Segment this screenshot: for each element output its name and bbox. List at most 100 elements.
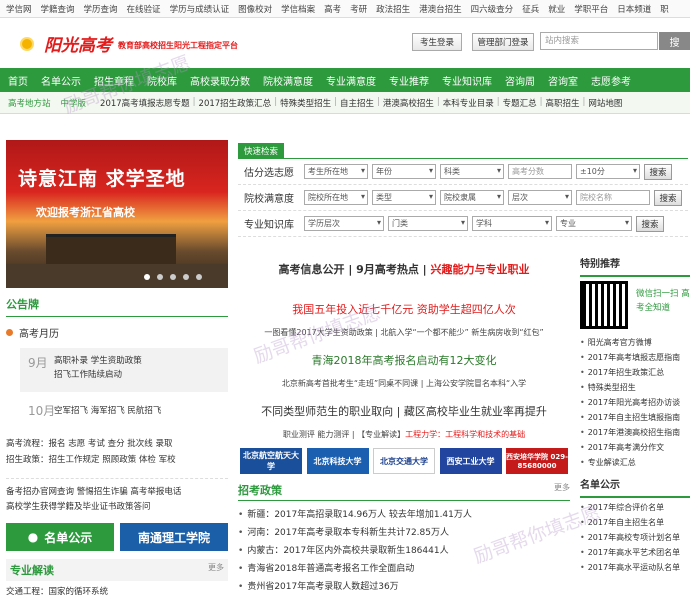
top-story-sub[interactable]: 一图看懂2017大学生资助政策 | 北航入学“一个都不能少” 新生病房收到“红包…: [238, 327, 570, 338]
degree-select[interactable]: 学历层次: [304, 216, 384, 231]
subnav-item[interactable]: 本科专业目录: [443, 97, 494, 109]
university-logo[interactable]: 北京交通大学: [373, 448, 435, 474]
subnav-item[interactable]: 专题汇总: [503, 97, 537, 109]
recommend-item[interactable]: 2017年招生政策汇总: [580, 367, 690, 378]
student-login-button[interactable]: 考生登录: [412, 33, 462, 51]
sep-lines[interactable]: 高职补录 学生资助政策 招飞工作陆续启动: [54, 354, 142, 382]
top-link[interactable]: 在线验证: [127, 3, 161, 15]
nav-item[interactable]: 院校满意度: [263, 73, 313, 88]
link-line[interactable]: 高校学生获得学籍及毕业证书政策答问: [6, 500, 228, 515]
story-two-sub[interactable]: 北京新高考首批考生“走班”同桌不同课 | 上海公安学院冒名本科“入学: [238, 378, 570, 389]
carousel-dot[interactable]: [157, 274, 163, 280]
major-select[interactable]: 专业: [556, 216, 632, 231]
subnav-item[interactable]: 港澳高校招生: [383, 97, 434, 109]
publicity-item[interactable]: 2017年综合评价名单: [580, 502, 690, 513]
nav-item[interactable]: 专业知识库: [442, 73, 492, 88]
policy-item[interactable]: 新疆：2017年高招录取14.96万人 较去年增加1.41万人: [238, 507, 570, 520]
range-select[interactable]: ±10分: [576, 164, 640, 179]
province-select[interactable]: 考生所在地: [304, 164, 368, 179]
nav-item[interactable]: 首页: [8, 73, 28, 88]
search-button[interactable]: 搜索: [644, 163, 672, 180]
recommend-item[interactable]: 特殊类型招生: [580, 382, 690, 393]
subnav-item[interactable]: 2017高考填报志愿专题: [100, 97, 190, 109]
headline-links[interactable]: 高考信息公开 | 9月高考热点 |: [278, 263, 430, 276]
publicity-item[interactable]: 2017年高水平艺术团名单: [580, 547, 690, 558]
major-reading-link[interactable]: 工程力学：工程科学和技术的基础: [405, 430, 525, 439]
subnav-item[interactable]: 网站地图: [588, 97, 622, 109]
top-story[interactable]: 我国五年投入近七千亿元 资助学生超四亿人次: [238, 301, 570, 317]
quick-search-tab[interactable]: 快速检索: [238, 143, 285, 159]
carousel-dot[interactable]: [196, 274, 202, 280]
school-location-select[interactable]: 院校所在地: [304, 190, 368, 205]
top-link[interactable]: 图像校对: [238, 3, 272, 15]
banner-carousel[interactable]: 诗意江南 求学圣地 欢迎报考浙江省高校: [6, 140, 228, 288]
oct-line[interactable]: 空军招飞 海军招飞 民航招飞: [54, 404, 161, 416]
subnav-item[interactable]: 自主招生: [340, 97, 374, 109]
recommend-item[interactable]: 2017年自主招生填报指南: [580, 412, 690, 423]
recommend-item[interactable]: 2017年高考填报志愿指南: [580, 352, 690, 363]
top-link[interactable]: 学信档案: [281, 3, 315, 15]
policy-item[interactable]: 河南：2017年高考录取本专科新生共计72.85万人: [238, 525, 570, 538]
school-name-input[interactable]: 院校名称: [576, 190, 650, 205]
publicity-item[interactable]: 2017年高水平运动队名单: [580, 562, 690, 573]
subnav-item[interactable]: 特殊类型招生: [280, 97, 331, 109]
top-link[interactable]: 学信网: [6, 3, 32, 15]
top-link[interactable]: 学历与成绩认证: [170, 3, 230, 15]
top-link[interactable]: 四六级查分: [471, 3, 514, 15]
recommend-item[interactable]: 2017年阳光高考招办访谈: [580, 397, 690, 408]
recommend-item[interactable]: 2017年高考满分作文: [580, 442, 690, 453]
region-site-link[interactable]: 高考地方站: [8, 97, 51, 109]
story-two[interactable]: 青海2018年高考报名启动有12大变化: [238, 352, 570, 368]
admin-login-button[interactable]: 管理部门登录: [472, 33, 534, 51]
nav-item[interactable]: 专业满意度: [326, 73, 376, 88]
policy-item[interactable]: 内蒙古：2017年区内外高校共录取新生186441人: [238, 543, 570, 556]
assessment-links[interactable]: 职业测评 能力测评 | 【专业解读】: [283, 430, 405, 439]
more-link[interactable]: 更多: [554, 482, 570, 498]
carousel-dot[interactable]: [183, 274, 189, 280]
top-link[interactable]: 日本频道: [617, 3, 651, 15]
subject-select[interactable]: 科类: [440, 164, 504, 179]
affiliation-select[interactable]: 院校隶属: [440, 190, 504, 205]
middle-school-link[interactable]: 中学版: [61, 97, 87, 109]
year-select[interactable]: 年份: [372, 164, 436, 179]
subnav-item[interactable]: 2017招生政策汇总: [199, 97, 272, 109]
recommend-item[interactable]: 专业解读汇总: [580, 457, 690, 468]
publicity-item[interactable]: 2017年自主招生名单: [580, 517, 690, 528]
policy-item[interactable]: 青海省2018年普通高考报名工作全面启动: [238, 561, 570, 574]
story-three[interactable]: 不同类型师范生的职业取向 | 藏区高校毕业生就业率再提升: [238, 403, 570, 419]
top-link[interactable]: 学职平台: [574, 3, 608, 15]
top-link[interactable]: 高考: [324, 3, 341, 15]
top-link[interactable]: 征兵: [522, 3, 539, 15]
category-select[interactable]: 门类: [388, 216, 468, 231]
level-select[interactable]: 层次: [508, 190, 572, 205]
policy-item[interactable]: 贵州省2017年高考录取人数超过36万: [238, 579, 570, 592]
type-select[interactable]: 类型: [372, 190, 436, 205]
wechat-text[interactable]: 微信扫一扫 高考全知道: [636, 287, 690, 329]
university-logo[interactable]: 北京航空航天大学: [240, 448, 302, 474]
flow-line[interactable]: 招生政策：招生工作规定 照顾政策 体检 军校: [6, 452, 228, 468]
nav-item[interactable]: 专业推荐: [389, 73, 429, 88]
site-search-input[interactable]: 站内搜索: [540, 32, 658, 50]
discipline-select[interactable]: 学科: [472, 216, 552, 231]
search-button[interactable]: 搜: [659, 32, 690, 50]
site-logo[interactable]: 阳光高考 教育部高校招生阳光工程指定平台: [12, 31, 238, 56]
link-line[interactable]: 备考招办官网查询 警惕招生诈骗 高考举报电话: [6, 485, 228, 500]
more-link[interactable]: 更多: [208, 562, 224, 578]
score-input[interactable]: 高考分数: [508, 164, 572, 179]
nav-item[interactable]: 名单公示: [41, 73, 81, 88]
publicity-item[interactable]: 2017年高校专项计划名单: [580, 532, 690, 543]
top-link[interactable]: 学籍查询: [41, 3, 75, 15]
university-logo[interactable]: 西安工业大学: [439, 448, 502, 474]
nav-item[interactable]: 咨询室: [548, 73, 578, 88]
nav-item[interactable]: 招生章程: [94, 73, 134, 88]
top-link[interactable]: 就业: [548, 3, 565, 15]
top-link[interactable]: 学历查询: [84, 3, 118, 15]
top-link[interactable]: 港澳台招生: [419, 3, 462, 15]
flow-line[interactable]: 高考流程：报名 志愿 考试 查分 批次线 录取: [6, 436, 228, 452]
carousel-dot[interactable]: [144, 274, 150, 280]
nav-item[interactable]: 院校库: [147, 73, 177, 88]
list-publicity-button[interactable]: ● 名单公示: [6, 523, 114, 551]
major-reading-item[interactable]: 交通工程：国家的循环系统: [6, 585, 228, 597]
search-button[interactable]: 搜索: [654, 189, 682, 206]
university-logo[interactable]: 西安培华学院 029-85680000: [506, 448, 568, 474]
